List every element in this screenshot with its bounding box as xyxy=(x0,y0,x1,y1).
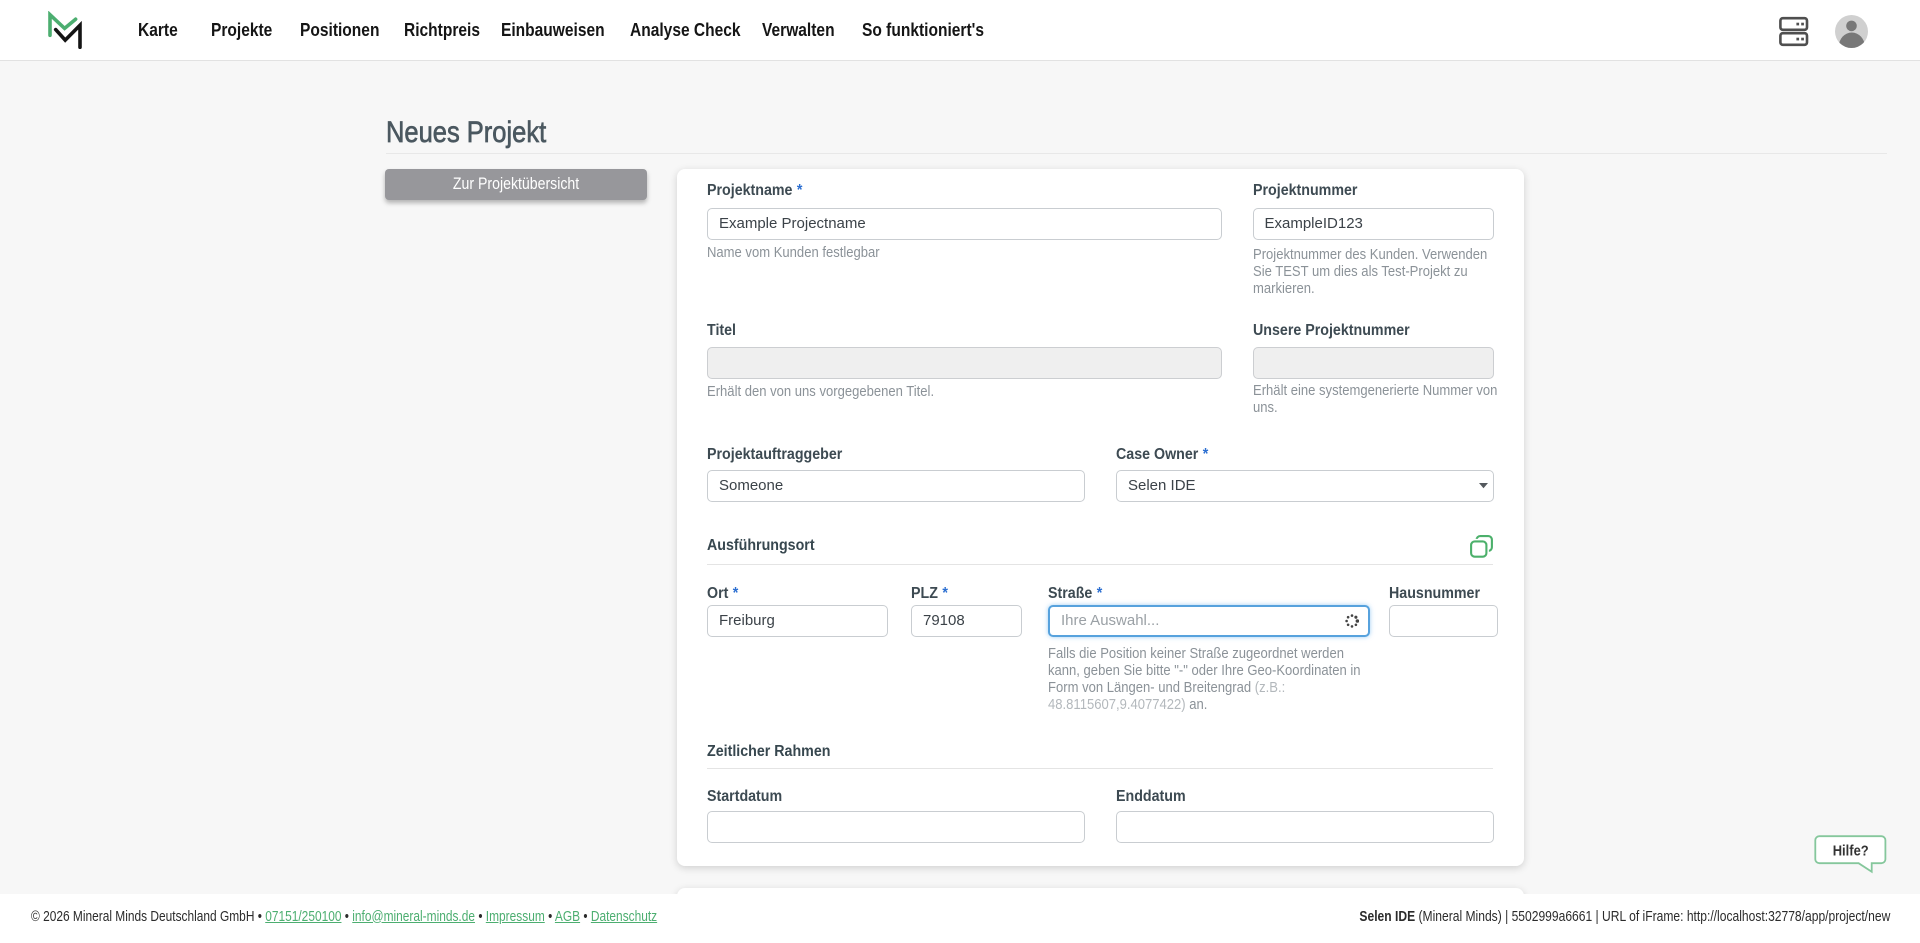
svg-text:Hilfe?: Hilfe? xyxy=(1833,843,1869,860)
